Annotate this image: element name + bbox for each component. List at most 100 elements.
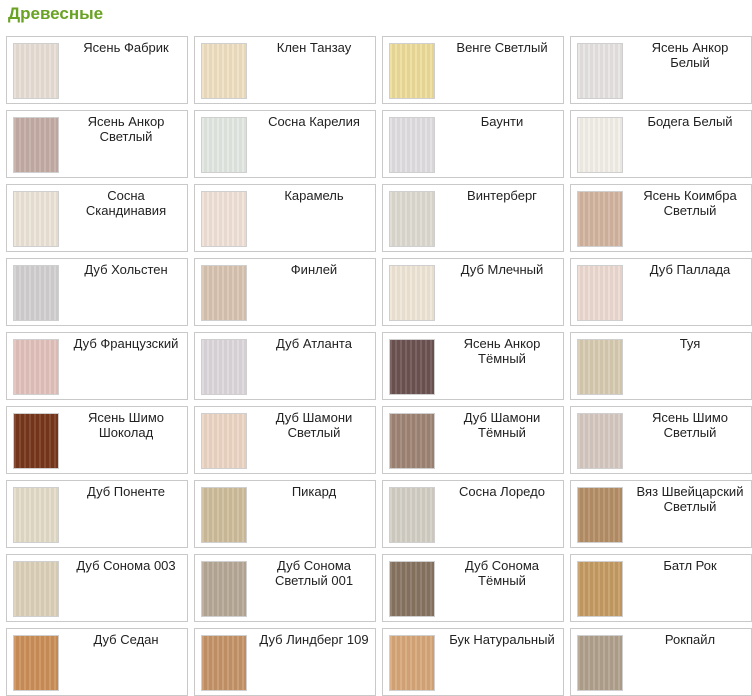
- wood-swatch-image: [201, 487, 247, 543]
- color-card[interactable]: Финлей: [194, 258, 376, 326]
- wood-swatch-image: [201, 339, 247, 395]
- color-card[interactable]: Дуб Линдберг 109: [194, 628, 376, 696]
- wood-swatch-image: [577, 635, 623, 691]
- wood-swatch-image: [201, 43, 247, 99]
- wood-swatch-image: [389, 561, 435, 617]
- wood-swatch-image: [389, 413, 435, 469]
- color-name: Дуб Атланта: [276, 336, 352, 351]
- color-card[interactable]: Дуб Хольстен: [6, 258, 188, 326]
- color-card[interactable]: Сосна Скандинавия: [6, 184, 188, 252]
- color-name: Сосна Лоредо: [459, 484, 545, 499]
- color-card[interactable]: Бук Натуральный: [382, 628, 564, 696]
- color-name: Ясень Анкор Тёмный: [463, 336, 541, 366]
- color-name: Винтерберг: [467, 188, 537, 203]
- color-name: Ясень Анкор Белый: [651, 40, 729, 70]
- color-card[interactable]: Дуб Шамони Светлый: [194, 406, 376, 474]
- wood-swatch-image: [201, 117, 247, 173]
- color-name: Финлей: [290, 262, 338, 277]
- color-card[interactable]: Дуб Сонома Тёмный: [382, 554, 564, 622]
- wood-swatch-image: [13, 635, 59, 691]
- wood-swatch-image: [13, 413, 59, 469]
- color-name: Туя: [679, 336, 701, 351]
- wood-swatch-image: [201, 561, 247, 617]
- color-name: Дуб Млечный: [460, 262, 544, 277]
- color-card[interactable]: Клен Танзау: [194, 36, 376, 104]
- wood-swatch-image: [201, 413, 247, 469]
- wood-swatch-image: [577, 561, 623, 617]
- color-name: Батл Рок: [663, 558, 717, 573]
- color-name: Дуб Французский: [73, 336, 179, 351]
- color-card[interactable]: Ясень Шимо Светлый: [570, 406, 752, 474]
- section-title: Древесные: [8, 4, 104, 23]
- color-name: Дуб Шамони Светлый: [275, 410, 353, 440]
- color-card[interactable]: Дуб Шамони Тёмный: [382, 406, 564, 474]
- color-name: Дуб Линдберг 109: [259, 632, 369, 647]
- color-name: Дуб Шамони Тёмный: [463, 410, 541, 440]
- color-card[interactable]: Баунти: [382, 110, 564, 178]
- wood-swatch-image: [577, 191, 623, 247]
- color-name: Дуб Поненте: [87, 484, 165, 499]
- color-name: Пикард: [291, 484, 337, 499]
- color-card[interactable]: Сосна Лоредо: [382, 480, 564, 548]
- color-card[interactable]: Ясень Анкор Белый: [570, 36, 752, 104]
- wood-swatch-image: [13, 487, 59, 543]
- color-card[interactable]: Дуб Паллада: [570, 258, 752, 326]
- wood-swatch-image: [13, 117, 59, 173]
- color-name: Венге Светлый: [456, 40, 548, 55]
- color-name: Дуб Хольстен: [84, 262, 168, 277]
- color-card[interactable]: Батл Рок: [570, 554, 752, 622]
- wood-swatch-image: [577, 265, 623, 321]
- wood-swatch-image: [201, 191, 247, 247]
- color-card[interactable]: Туя: [570, 332, 752, 400]
- color-name: Ясень Шимо Светлый: [651, 410, 729, 440]
- color-card[interactable]: Сосна Карелия: [194, 110, 376, 178]
- wood-swatch-image: [13, 339, 59, 395]
- wood-swatch-image: [577, 487, 623, 543]
- color-card[interactable]: Ясень Анкор Светлый: [6, 110, 188, 178]
- color-card[interactable]: Карамель: [194, 184, 376, 252]
- color-name: Бодега Белый: [647, 114, 733, 129]
- color-card[interactable]: Ясень Анкор Тёмный: [382, 332, 564, 400]
- color-card[interactable]: Ясень Фабрик: [6, 36, 188, 104]
- color-card[interactable]: Дуб Атланта: [194, 332, 376, 400]
- color-card[interactable]: Рокпайл: [570, 628, 752, 696]
- color-card[interactable]: Бодега Белый: [570, 110, 752, 178]
- color-card[interactable]: Ясень Коимбра Светлый: [570, 184, 752, 252]
- color-card[interactable]: Дуб Французский: [6, 332, 188, 400]
- color-name: Сосна Скандинавия: [85, 188, 167, 218]
- color-card[interactable]: Дуб Млечный: [382, 258, 564, 326]
- color-card[interactable]: Пикард: [194, 480, 376, 548]
- color-name: Ясень Анкор Светлый: [87, 114, 165, 144]
- wood-swatch-image: [201, 635, 247, 691]
- color-name: Клен Танзау: [276, 40, 352, 55]
- wood-swatch-image: [577, 413, 623, 469]
- wood-swatch-image: [389, 635, 435, 691]
- wood-swatch-image: [13, 265, 59, 321]
- wood-swatch-image: [13, 191, 59, 247]
- color-card[interactable]: Ясень Шимо Шоколад: [6, 406, 188, 474]
- color-card[interactable]: Винтерберг: [382, 184, 564, 252]
- color-card[interactable]: Дуб Поненте: [6, 480, 188, 548]
- wood-swatch-image: [389, 43, 435, 99]
- color-name: Дуб Сонома Светлый 001: [274, 558, 354, 588]
- color-card[interactable]: Дуб Седан: [6, 628, 188, 696]
- wood-swatch-image: [389, 339, 435, 395]
- color-card[interactable]: Дуб Сонома Светлый 001: [194, 554, 376, 622]
- color-name: Баунти: [480, 114, 524, 129]
- color-card[interactable]: Венге Светлый: [382, 36, 564, 104]
- wood-swatch-image: [577, 117, 623, 173]
- color-name: Дуб Седан: [93, 632, 159, 647]
- wood-swatch-image: [13, 561, 59, 617]
- color-card[interactable]: Вяз Швейцарский Светлый: [570, 480, 752, 548]
- wood-swatch-image: [389, 117, 435, 173]
- color-name: Карамель: [284, 188, 344, 203]
- wood-swatch-image: [13, 43, 59, 99]
- color-name: Дуб Паллада: [649, 262, 731, 277]
- color-name: Ясень Шимо Шоколад: [87, 410, 165, 440]
- color-name: Бук Натуральный: [449, 632, 555, 647]
- wood-swatch-image: [577, 43, 623, 99]
- wood-swatch-image: [389, 265, 435, 321]
- color-name: Ясень Коимбра Светлый: [643, 188, 737, 218]
- color-card[interactable]: Дуб Сонома 003: [6, 554, 188, 622]
- wood-swatch-image: [389, 487, 435, 543]
